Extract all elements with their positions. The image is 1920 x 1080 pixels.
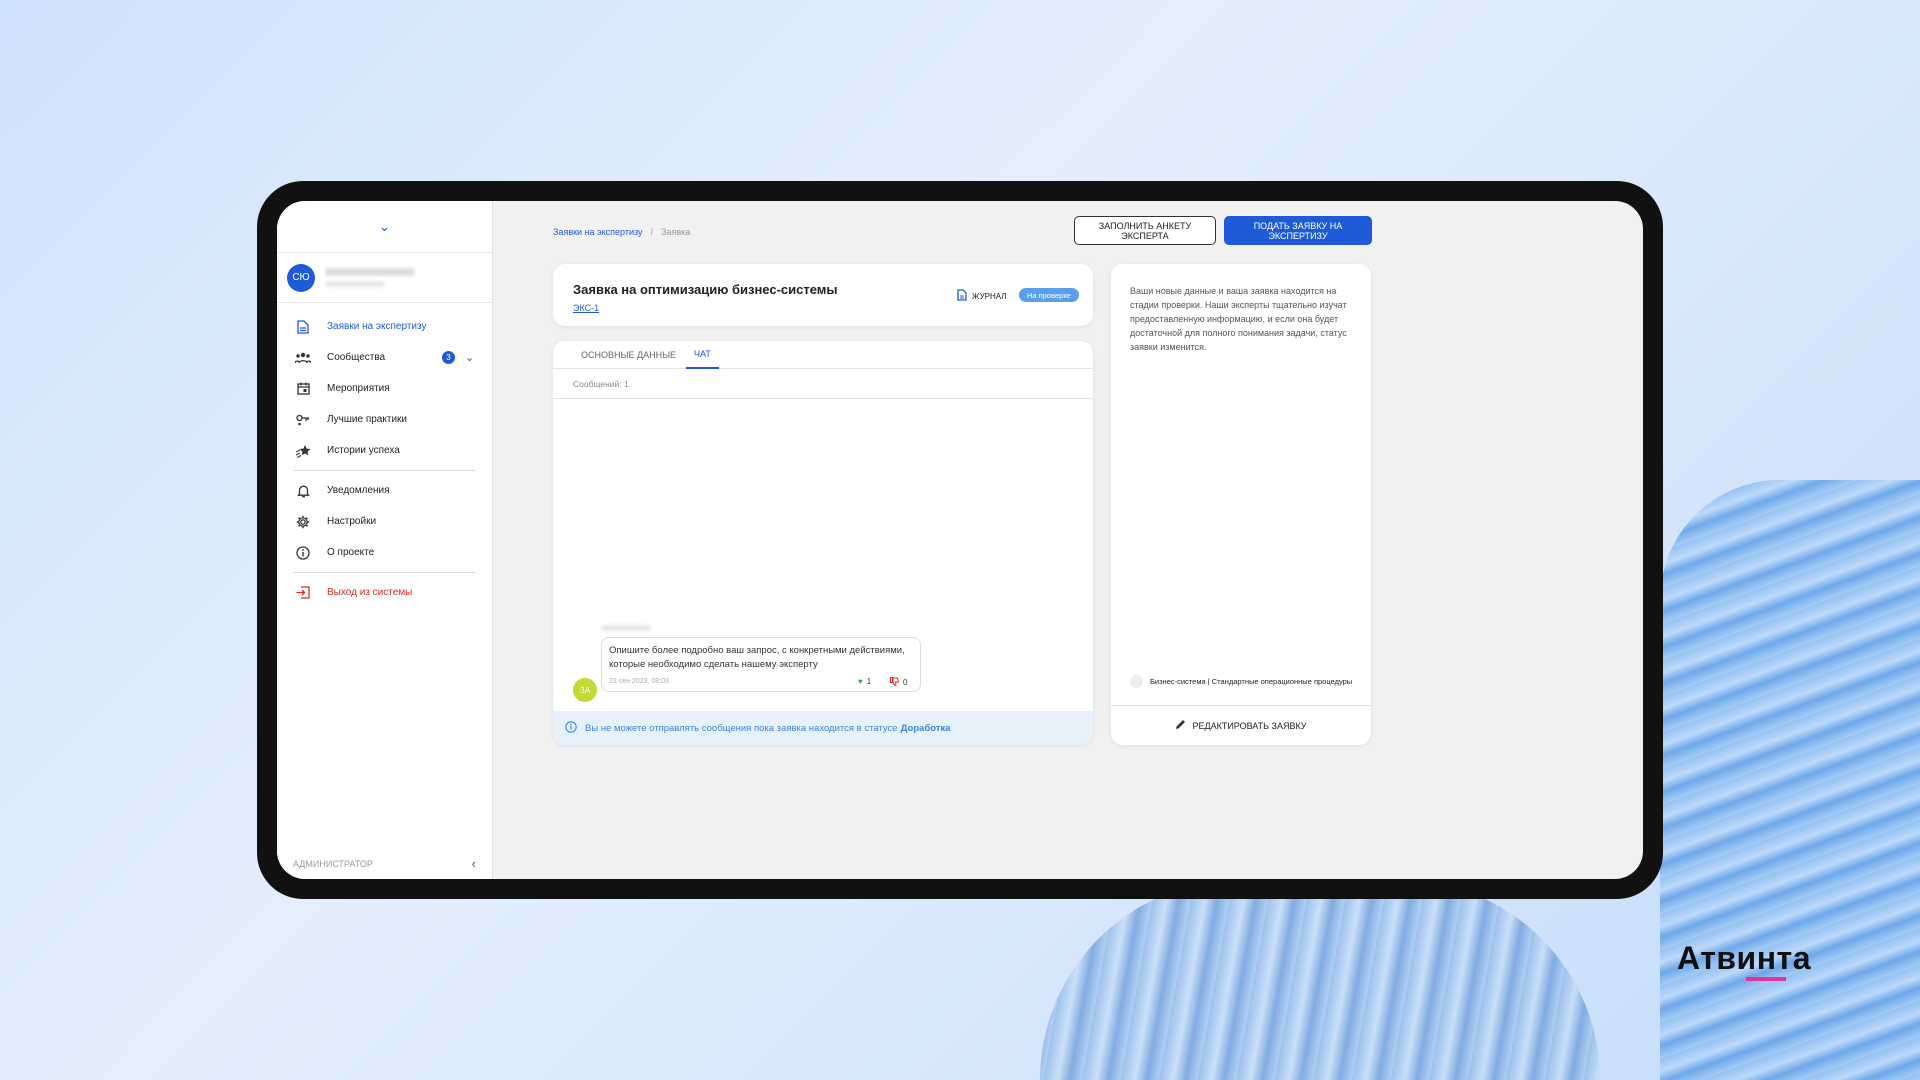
sidebar-item-requests[interactable]: Заявки на экспертизу (277, 311, 492, 342)
edit-request-button[interactable]: РЕДАКТИРОВАТЬ ЗАЯВКУ (1111, 714, 1371, 738)
info-icon (295, 545, 311, 561)
sidebar: ⌄ СЮ Заявки на экспертизу Сообщества 3 ⌄… (277, 201, 493, 879)
sidebar-item-logout[interactable]: Выход из системы (277, 577, 492, 608)
user-role-label: АДМИНИСТРАТОР (293, 858, 373, 869)
decorative-background-shape-bottom (1040, 880, 1600, 1080)
like-count: 1 (866, 677, 872, 686)
breadcrumb-link-requests[interactable]: Заявки на экспертизу (553, 227, 643, 237)
gear-icon (295, 514, 311, 530)
edit-request-label: РЕДАКТИРОВАТЬ ЗАЯВКУ (1192, 721, 1307, 731)
brand-underline (1746, 977, 1786, 981)
like-button[interactable]: ♥ 1 (858, 677, 871, 686)
sidebar-item-about[interactable]: О проекте (277, 537, 492, 568)
request-header-card: Заявка на оптимизацию бизнес-системы ЭКС… (553, 264, 1093, 326)
star-icon (295, 443, 311, 459)
notice-status: Доработка (900, 722, 951, 734)
tab-bar: ОСНОВНЫЕ ДАННЫЕ ЧАТ (553, 341, 1093, 369)
message-timestamp: 23 сен 2023, 08:03 (609, 678, 669, 685)
sidebar-item-label: Настройки (327, 516, 377, 527)
message-author-blurred (601, 625, 651, 631)
info-text: Ваши новые данные и ваша заявка находитс… (1130, 286, 1347, 352)
sidebar-item-label: Лучшие практики (327, 414, 407, 425)
collapse-sidebar-icon[interactable]: ‹ (472, 856, 476, 871)
sidebar-item-label: Уведомления (327, 485, 390, 496)
message-text: Опишите более подробно ваш запрос, с кон… (609, 645, 905, 670)
count-badge: 3 (442, 351, 455, 364)
system-logo-icon (1130, 675, 1143, 688)
heart-icon: ♥ (858, 677, 863, 686)
info-icon (565, 720, 577, 736)
sidebar-footer: АДМИНИСТРАТОР ‹ (293, 856, 476, 871)
sidebar-item-settings[interactable]: Настройки (277, 506, 492, 537)
bell-icon (295, 483, 311, 499)
community-icon (295, 350, 311, 366)
key-icon (295, 412, 311, 428)
sidebar-item-label: Заявки на экспертизу (327, 321, 427, 332)
decorative-background-shape (1660, 480, 1920, 1080)
tab-chat[interactable]: ЧАТ (686, 341, 719, 369)
chevron-down-icon[interactable]: ⌄ (465, 351, 474, 364)
breadcrumb-current: Заявка (661, 227, 691, 237)
sidebar-item-label: Сообщества (327, 352, 386, 363)
tablet-frame: ⌄ СЮ Заявки на экспертизу Сообщества 3 ⌄… (257, 181, 1663, 899)
avatar: ЗА (573, 678, 597, 702)
main-content: Заявки на экспертизу / Заявка ЗАПОЛНИТЬ АН… (493, 201, 1643, 879)
sidebar-item-label: Истории успеха (327, 445, 400, 456)
document-icon (957, 289, 967, 304)
status-badge: На проверке (1019, 288, 1079, 302)
chat-locked-notice: Вы не можете отправлять сообщения пока з… (553, 711, 1093, 745)
dislike-button[interactable]: 0 (890, 677, 907, 688)
breadcrumb: Заявки на экспертизу / Заявка (553, 227, 691, 237)
dislike-count: 0 (903, 678, 908, 687)
fill-expert-form-button[interactable]: ЗАПОЛНИТЬ АНКЕТУ ЭКСПЕРТА (1074, 216, 1216, 245)
sidebar-item-success-stories[interactable]: Истории успеха (277, 435, 492, 466)
message-count: Сообщений: 1 (553, 369, 1093, 399)
message-bubble: Опишите более подробно ваш запрос, с кон… (601, 637, 921, 692)
journal-label: ЖУРНАЛ (972, 292, 1007, 301)
sidebar-item-notifications[interactable]: Уведомления (277, 475, 492, 506)
document-icon (295, 319, 311, 335)
info-card: Ваши новые данные и ваша заявка находитс… (1111, 264, 1371, 745)
user-name-blurred (325, 268, 415, 287)
request-code-link[interactable]: ЭКС-1 (573, 303, 599, 313)
app-screen: ⌄ СЮ Заявки на экспертизу Сообщества 3 ⌄… (277, 201, 1643, 879)
sidebar-item-best-practices[interactable]: Лучшие практики (277, 404, 492, 435)
business-system-link[interactable]: Бизнес-система | Стандартные операционны… (1130, 675, 1352, 688)
pencil-icon (1175, 719, 1186, 733)
notice-text: Вы не можете отправлять сообщения пока з… (585, 722, 898, 734)
user-profile[interactable]: СЮ (277, 253, 492, 303)
sidebar-top: ⌄ (277, 201, 492, 253)
sidebar-item-label: Выход из системы (327, 587, 413, 598)
sidebar-item-label: О проекте (327, 547, 375, 558)
chevron-down-icon[interactable]: ⌄ (379, 218, 391, 235)
sidebar-item-events[interactable]: Мероприятия (277, 373, 492, 404)
sidebar-item-label: Мероприятия (327, 383, 390, 394)
brand-logo: Атвинта (1677, 940, 1811, 976)
chat-card: ОСНОВНЫЕ ДАННЫЕ ЧАТ Сообщений: 1 ЗА Опиш… (553, 341, 1093, 745)
divider (293, 470, 476, 471)
sidebar-item-communities[interactable]: Сообщества 3 ⌄ (277, 342, 492, 373)
logout-icon (295, 585, 311, 601)
journal-button[interactable]: ЖУРНАЛ (957, 289, 1007, 304)
thumbs-down-icon (890, 677, 900, 688)
business-system-label: Бизнес-система | Стандартные операционны… (1150, 677, 1353, 686)
tab-main-data[interactable]: ОСНОВНЫЕ ДАННЫЕ (573, 341, 684, 369)
avatar: СЮ (287, 263, 315, 292)
request-title: Заявка на оптимизацию бизнес-системы (573, 282, 838, 297)
divider (293, 572, 476, 573)
calendar-icon (295, 381, 311, 397)
sidebar-nav: Заявки на экспертизу Сообщества 3 ⌄ Меро… (277, 303, 492, 608)
submit-request-button[interactable]: ПОДАТЬ ЗАЯВКУ НА ЭКСПЕРТИЗУ (1224, 216, 1372, 245)
divider (1111, 705, 1371, 706)
